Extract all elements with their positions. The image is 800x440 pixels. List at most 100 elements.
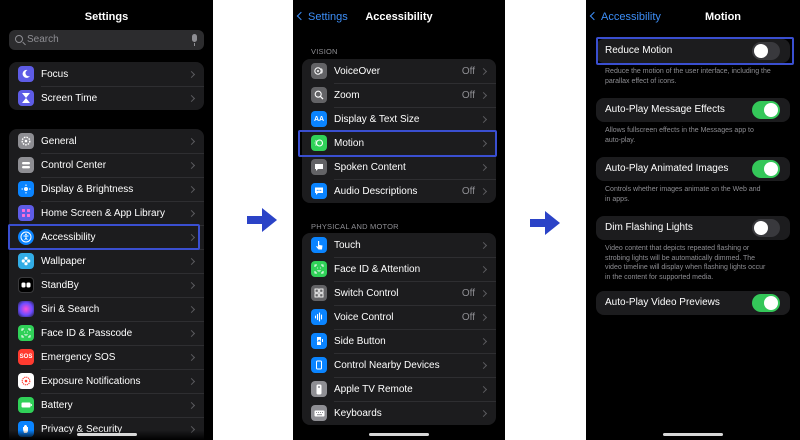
settings-group-focus: Focus Screen Time — [9, 62, 204, 110]
settings-item-display[interactable]: Display & Brightness — [9, 177, 204, 201]
chevron-right-icon — [187, 401, 196, 409]
chevron-left-icon — [589, 11, 599, 21]
settings-item-label: Control Center — [41, 159, 107, 171]
settings-item-emergency-sos[interactable]: SOS Emergency SOS — [9, 345, 204, 369]
settings-item-wallpaper[interactable]: Wallpaper — [9, 249, 204, 273]
setting-label: Dim Flashing Lights — [605, 222, 693, 233]
chevron-right-icon — [479, 361, 488, 369]
toggles-icon — [18, 157, 34, 173]
settings-item-home-screen[interactable]: Home Screen & App Library — [9, 201, 204, 225]
settings-item-screen-time[interactable]: Screen Time — [9, 86, 204, 110]
description-line: in the content for supported media. — [605, 273, 714, 281]
settings-group-main: General Control Center Display & Brightn… — [9, 129, 204, 440]
toggle-knob — [764, 162, 778, 176]
standby-icon — [18, 277, 34, 293]
settings-item-label: Siri & Search — [41, 303, 100, 315]
zoom-icon — [311, 87, 327, 103]
home-indicator[interactable] — [369, 433, 429, 436]
settings-item-battery[interactable]: Battery — [9, 393, 204, 417]
chevron-right-icon — [187, 185, 196, 193]
chevron-right-icon — [479, 409, 488, 417]
settings-item-exposure[interactable]: Exposure Notifications — [9, 369, 204, 393]
vision-item-voiceover[interactable]: VoiceOver Off — [302, 59, 496, 83]
settings-item-standby[interactable]: StandBy — [9, 273, 204, 297]
chevron-right-icon — [187, 329, 196, 337]
chevron-right-icon — [187, 209, 196, 217]
physical-item-voice-control[interactable]: Voice Control Off — [302, 305, 496, 329]
physical-item-apple-tv-remote[interactable]: Apple TV Remote — [302, 377, 496, 401]
physical-item-face-id[interactable]: Face ID & Attention — [302, 257, 496, 281]
animated-images-toggle[interactable] — [752, 160, 780, 178]
description-line: strobing lights will be automatically di… — [605, 254, 756, 262]
page-title: Settings — [84, 11, 129, 23]
vision-item-label: Zoom — [334, 89, 360, 101]
physical-item-control-nearby[interactable]: Control Nearby Devices — [302, 353, 496, 377]
physical-item-label: Keyboards — [334, 407, 382, 419]
touch-icon — [311, 237, 327, 253]
chevron-right-icon — [479, 163, 488, 171]
physical-item-label: Switch Control — [334, 287, 399, 299]
video-previews-toggle[interactable] — [752, 294, 780, 312]
settings-item-general[interactable]: General — [9, 129, 204, 153]
motion-setting-message-effects: Auto-Play Message Effects — [596, 98, 790, 122]
chevron-right-icon — [479, 241, 488, 249]
description-line: in apps. — [605, 195, 630, 203]
highlight-motion — [298, 130, 497, 157]
dim-flashing-toggle[interactable] — [752, 219, 780, 237]
vision-item-zoom[interactable]: Zoom Off — [302, 83, 496, 107]
message-effects-toggle[interactable] — [752, 101, 780, 119]
sun-icon — [18, 181, 34, 197]
chevron-right-icon — [187, 137, 196, 145]
voice-control-icon — [311, 309, 327, 325]
voiceover-icon — [311, 63, 327, 79]
setting-label: Auto-Play Video Previews — [605, 297, 720, 308]
settings-item-label: Exposure Notifications — [41, 375, 141, 387]
physical-item-label: Side Button — [334, 335, 386, 347]
settings-item-control-center[interactable]: Control Center — [9, 153, 204, 177]
chevron-right-icon — [187, 161, 196, 169]
setting-description: Video content that depicts repeated flas… — [605, 244, 786, 282]
battery-icon — [18, 397, 34, 413]
settings-item-siri[interactable]: Siri & Search — [9, 297, 204, 321]
settings-item-focus[interactable]: Focus — [9, 62, 204, 86]
physical-item-label: Face ID & Attention — [334, 263, 421, 275]
physical-item-touch[interactable]: Touch — [302, 233, 496, 257]
setting-description: Reduce the motion of the user interface,… — [605, 67, 786, 86]
keyboard-icon — [311, 405, 327, 421]
vision-item-value: Off — [461, 89, 475, 101]
chevron-right-icon — [479, 289, 488, 297]
microphone-icon[interactable] — [192, 34, 197, 46]
section-header-physical: PHYSICAL AND MOTOR — [311, 222, 399, 231]
chevron-right-icon — [187, 70, 196, 78]
settings-item-face-id[interactable]: Face ID & Passcode — [9, 321, 204, 345]
description-line: Controls whether images animate on the W… — [605, 186, 761, 193]
arrow-right-icon — [247, 208, 277, 232]
accessibility-screen: Settings Accessibility VISION VoiceOver … — [293, 0, 505, 440]
page-title: Motion — [704, 11, 742, 23]
setting-label: Auto-Play Message Effects — [605, 104, 725, 115]
search-input[interactable]: Search — [9, 30, 204, 50]
siri-icon — [18, 301, 34, 317]
physical-item-side-button[interactable]: Side Button — [302, 329, 496, 353]
search-icon — [15, 35, 23, 43]
settings-item-label: Battery — [41, 399, 73, 411]
vision-item-spoken-content[interactable]: Spoken Content — [302, 155, 496, 179]
vision-item-audio-descriptions[interactable]: Audio Descriptions Off — [302, 179, 496, 203]
chevron-right-icon — [187, 353, 196, 361]
setting-label: Auto-Play Animated Images — [605, 163, 729, 174]
chevron-right-icon — [187, 281, 196, 289]
nearby-devices-icon — [311, 357, 327, 373]
setting-description: Controls whether images animate on the W… — [605, 185, 786, 204]
flower-icon — [18, 253, 34, 269]
chevron-right-icon — [479, 91, 488, 99]
chevron-right-icon — [479, 187, 488, 195]
vision-item-display-text-size[interactable]: AA Display & Text Size — [302, 107, 496, 131]
vision-item-label: Display & Text Size — [334, 113, 420, 125]
physical-item-switch-control[interactable]: Switch Control Off — [302, 281, 496, 305]
chevron-right-icon — [187, 305, 196, 313]
faceid-icon — [18, 325, 34, 341]
settings-item-label: Wallpaper — [41, 255, 86, 267]
physical-item-keyboards[interactable]: Keyboards — [302, 401, 496, 425]
home-indicator[interactable] — [76, 433, 137, 436]
home-indicator[interactable] — [663, 433, 723, 436]
